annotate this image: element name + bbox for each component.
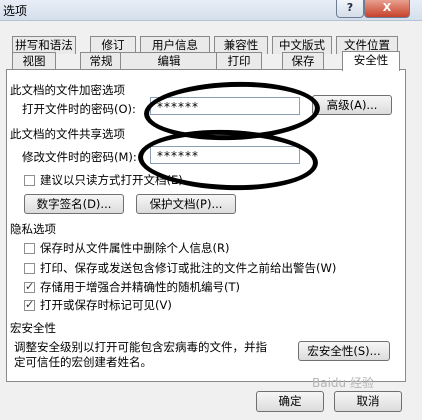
- tab-view[interactable]: 视图: [12, 52, 56, 70]
- warn-before-print-checkbox[interactable]: [24, 263, 35, 274]
- help-button[interactable]: ?: [336, 0, 364, 18]
- remove-personal-info-checkbox[interactable]: [24, 243, 35, 254]
- share-heading: 此文档的文件共享选项: [10, 127, 125, 141]
- tab-security[interactable]: 安全性: [342, 51, 400, 71]
- readonly-checkbox[interactable]: [24, 175, 35, 186]
- random-number-label: 存储用于增强合并精确性的随机编号(T): [40, 280, 240, 294]
- modify-password-label: 修改文件时的密码(M):: [22, 150, 137, 164]
- warn-before-print-label: 打印、保存或发送包含修订或批注的文件之前给出警告(W): [40, 261, 337, 275]
- tab-save[interactable]: 保存: [282, 52, 324, 70]
- tab-general[interactable]: 常规: [80, 52, 122, 70]
- digital-signature-button[interactable]: 数字签名(D)...: [24, 194, 124, 214]
- baidu-watermark: Baidu 经验: [312, 376, 374, 390]
- macro-description-line2: 定可信任的宏创建者姓名。: [14, 355, 152, 369]
- visible-markup-label: 打开或保存时标记可见(V): [40, 298, 172, 312]
- cancel-button[interactable]: 取消: [334, 391, 402, 412]
- ok-button[interactable]: 确定: [256, 391, 324, 412]
- open-password-label: 打开文件时的密码(O):: [22, 102, 136, 116]
- tab-print[interactable]: 打印: [216, 52, 262, 70]
- privacy-heading: 隐私选项: [10, 222, 56, 236]
- dialog-title: 选项: [3, 4, 28, 18]
- title-bar: 选项 ? X: [0, 0, 422, 21]
- advanced-button[interactable]: 高级(A)...: [312, 95, 392, 115]
- remove-personal-info-label: 保存时从文件属性中删除个人信息(R): [40, 241, 230, 255]
- encrypt-heading: 此文档的文件加密选项: [10, 83, 125, 97]
- close-button[interactable]: X: [364, 0, 410, 18]
- macro-heading: 宏安全性: [10, 321, 56, 335]
- options-dialog: 选项 ? X 拼写和语法 修订 用户信息 兼容性 中文版式 文件位置 视图 常规…: [0, 0, 422, 420]
- protect-document-button[interactable]: 保护文档(P)...: [136, 194, 236, 214]
- tab-edit[interactable]: 编辑: [120, 52, 218, 70]
- visible-markup-checkbox[interactable]: [24, 298, 35, 311]
- macro-security-button[interactable]: 宏安全性(S)...: [298, 341, 390, 361]
- macro-description-line1: 调整安全级别以打开可能包含宏病毒的文件，并指: [14, 340, 267, 354]
- random-number-checkbox[interactable]: [24, 280, 35, 293]
